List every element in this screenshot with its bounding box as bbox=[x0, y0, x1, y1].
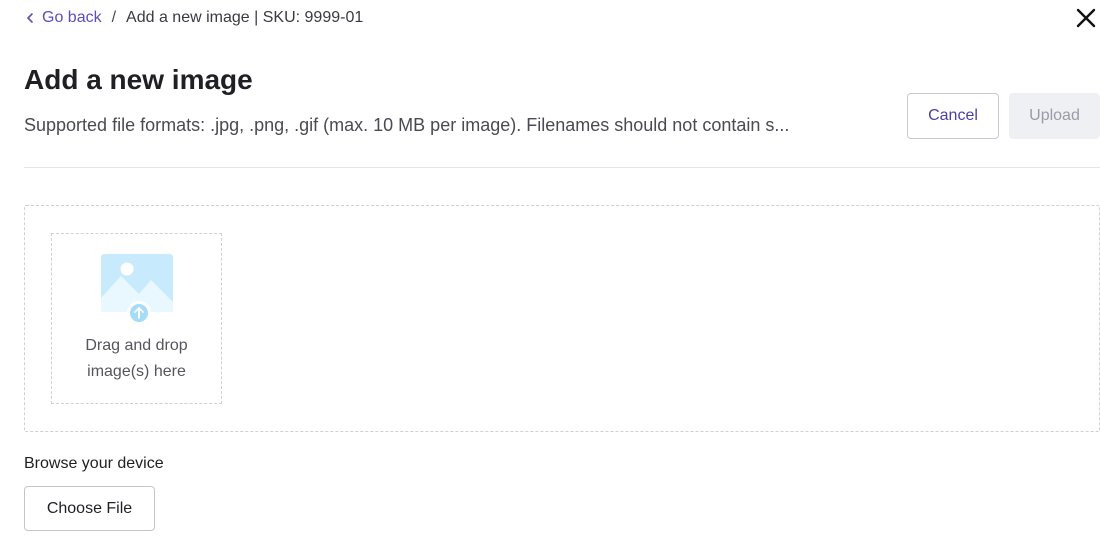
header-divider bbox=[24, 167, 1100, 168]
cancel-button[interactable]: Cancel bbox=[907, 93, 999, 139]
chevron-left-icon bbox=[27, 13, 33, 23]
go-back-label: Go back bbox=[42, 9, 102, 26]
breadcrumb-current: Add a new image | SKU: 9999-01 bbox=[126, 9, 364, 26]
supported-formats-text: Supported file formats: .jpg, .png, .gif… bbox=[24, 115, 790, 135]
browse-device-label: Browse your device bbox=[24, 455, 164, 472]
drop-instructions-line2: image(s) here bbox=[87, 363, 186, 380]
upload-button[interactable]: Upload bbox=[1009, 93, 1100, 139]
add-image-dialog: Go back / Add a new image | SKU: 9999-01… bbox=[0, 0, 1100, 544]
close-icon[interactable] bbox=[1074, 6, 1098, 30]
drop-instructions-line1: Drag and drop bbox=[85, 337, 188, 354]
drop-instructions: Drag and drop image(s) here bbox=[51, 333, 222, 385]
breadcrumb-separator: / bbox=[111, 9, 117, 26]
page-title: Add a new image bbox=[24, 64, 253, 95]
choose-file-button[interactable]: Choose File bbox=[24, 486, 155, 531]
image-upload-icon bbox=[101, 254, 173, 325]
breadcrumb: Go back / Add a new image | SKU: 9999-01 bbox=[24, 8, 363, 28]
go-back-link[interactable]: Go back bbox=[24, 8, 102, 28]
